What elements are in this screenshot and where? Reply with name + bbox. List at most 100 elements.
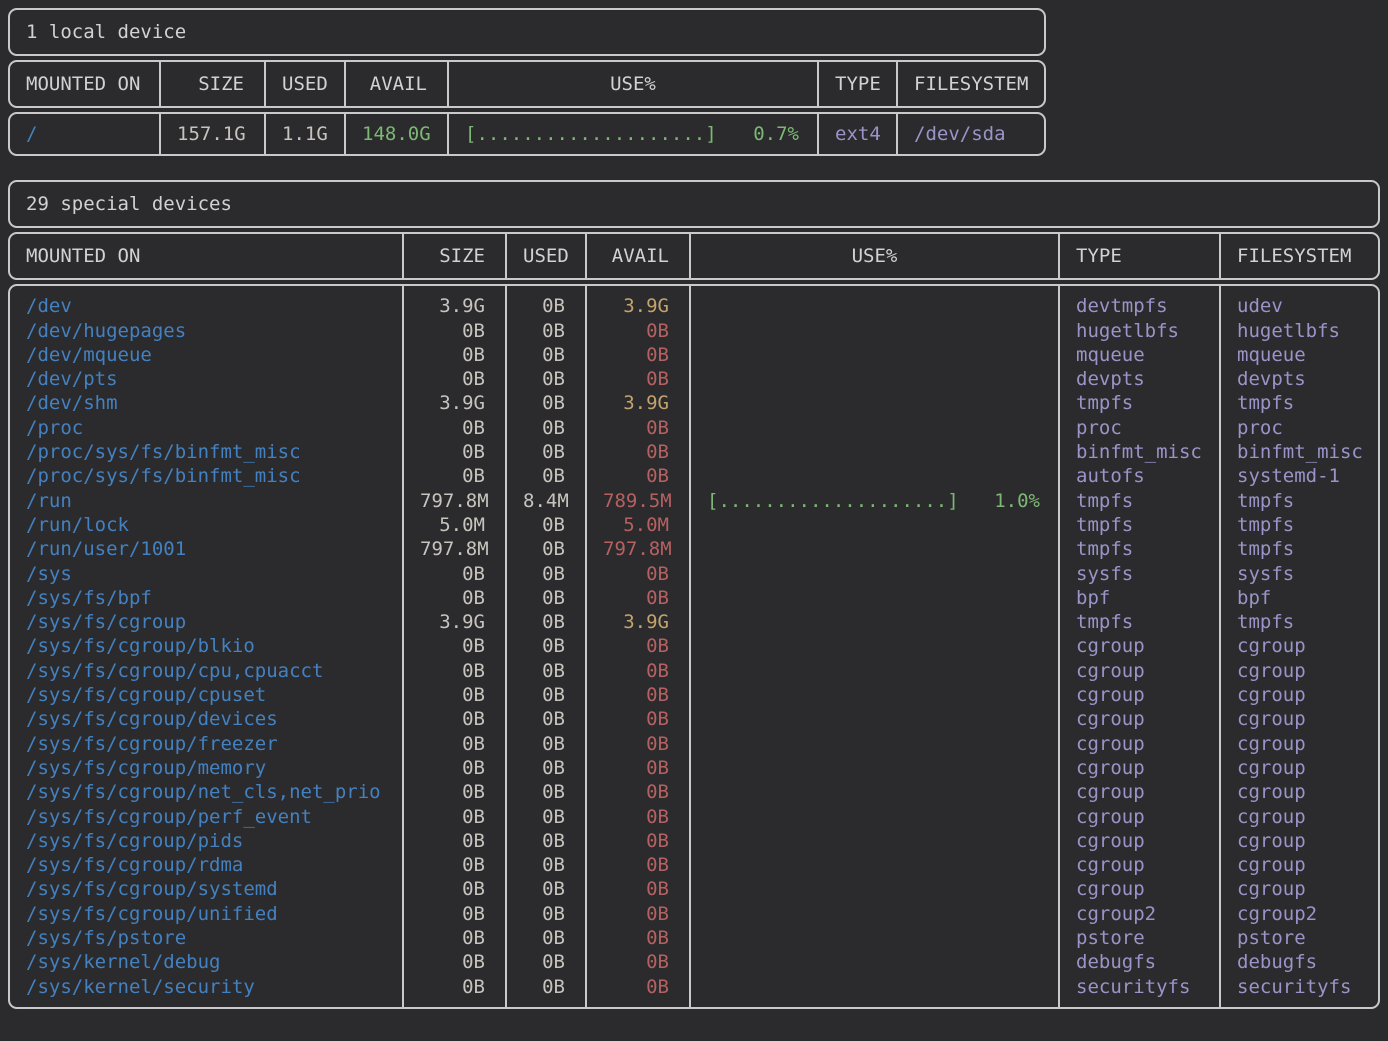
size-cell: 0B: [404, 367, 505, 391]
size-cell: 157.1G: [161, 122, 264, 146]
use-percent-cell: [691, 902, 1058, 926]
used-cell: 0B: [507, 950, 585, 974]
local-devices-body: / 157.1G 1.1G 148.0G [..................…: [8, 112, 1046, 156]
size-cell: 0B: [404, 732, 505, 756]
filesystem-cell: cgroup: [1221, 805, 1378, 829]
use-percent-column: [....................]0.7%: [447, 114, 817, 154]
mount-point-cell: /sys/kernel/security: [10, 975, 402, 999]
size-cell: 0B: [404, 975, 505, 999]
mount-point-cell: /proc: [10, 416, 402, 440]
filesystem-cell: binfmt_misc: [1221, 440, 1378, 464]
mount-point-cell: /sys/fs/bpf: [10, 586, 402, 610]
use-percent-cell: [691, 756, 1058, 780]
use-percent-cell: [691, 416, 1058, 440]
column-header-used: USED: [505, 234, 585, 278]
use-percent-cell: [691, 926, 1058, 950]
use-percent-cell: [691, 877, 1058, 901]
used-cell: 0B: [507, 634, 585, 658]
mount-point-cell: /dev/shm: [10, 391, 402, 415]
size-cell: 797.8M: [404, 489, 505, 513]
avail-cell: 148.0G: [346, 122, 447, 146]
used-cell: 0B: [507, 440, 585, 464]
type-cell: cgroup: [1060, 634, 1219, 658]
type-cell: hugetlbfs: [1060, 319, 1219, 343]
filesystem-cell: cgroup: [1221, 829, 1378, 853]
mount-point-cell: /sys/fs/cgroup/freezer: [10, 732, 402, 756]
use-percent-cell: [691, 950, 1058, 974]
filesystem-cell: cgroup: [1221, 683, 1378, 707]
use-percent-cell: [691, 732, 1058, 756]
used-cell: 1.1G: [266, 122, 344, 146]
mount-point-cell: /sys/fs/cgroup/cpu,cpuacct: [10, 659, 402, 683]
used-cell: 0B: [507, 416, 585, 440]
used-cell: 0B: [507, 805, 585, 829]
filesystem-cell: bpf: [1221, 586, 1378, 610]
type-cell: ext4: [819, 122, 896, 146]
use-percent-cell: [691, 319, 1058, 343]
used-column: 1.1G: [264, 114, 344, 154]
size-cell: 3.9G: [404, 610, 505, 634]
size-cell: 0B: [404, 562, 505, 586]
size-cell: 0B: [404, 586, 505, 610]
used-cell: 0B: [507, 513, 585, 537]
filesystem-cell: tmpfs: [1221, 513, 1378, 537]
type-cell: debugfs: [1060, 950, 1219, 974]
used-cell: 0B: [507, 562, 585, 586]
size-cell: 0B: [404, 659, 505, 683]
type-cell: sysfs: [1060, 562, 1219, 586]
filesystem-cell: udev: [1221, 294, 1378, 318]
mount-point-cell: /sys/fs/cgroup/devices: [10, 707, 402, 731]
avail-cell: 0B: [587, 562, 689, 586]
size-cell: 0B: [404, 634, 505, 658]
used-cell: 0B: [507, 780, 585, 804]
type-cell: devtmpfs: [1060, 294, 1219, 318]
special-devices-table: 29 special devices MOUNTED ON SIZE USED …: [8, 180, 1380, 1009]
filesystem-cell: devpts: [1221, 367, 1378, 391]
use-percent-cell: [691, 805, 1058, 829]
used-cell: 0B: [507, 877, 585, 901]
filesystem-cell: tmpfs: [1221, 537, 1378, 561]
usage-percent: 1.0%: [994, 489, 1040, 513]
column-header-avail: AVAIL: [344, 62, 447, 106]
type-cell: devpts: [1060, 367, 1219, 391]
mount-point-cell: /sys: [10, 562, 402, 586]
use-percent-cell: [691, 975, 1058, 999]
size-cell: 0B: [404, 683, 505, 707]
filesystem-cell: cgroup: [1221, 732, 1378, 756]
type-cell: tmpfs: [1060, 537, 1219, 561]
size-cell: 0B: [404, 780, 505, 804]
size-column: 157.1G: [159, 114, 264, 154]
use-percent-cell: [691, 829, 1058, 853]
type-cell: cgroup2: [1060, 902, 1219, 926]
size-cell: 0B: [404, 950, 505, 974]
use-percent-cell: [691, 659, 1058, 683]
type-cell: cgroup: [1060, 683, 1219, 707]
used-cell: 0B: [507, 975, 585, 999]
used-cell: 0B: [507, 294, 585, 318]
avail-cell: 0B: [587, 707, 689, 731]
column-header-size: SIZE: [402, 234, 505, 278]
size-cell: 0B: [404, 805, 505, 829]
type-cell: cgroup: [1060, 756, 1219, 780]
avail-cell: 0B: [587, 659, 689, 683]
avail-cell: 0B: [587, 464, 689, 488]
mount-point-cell: /run/user/1001: [10, 537, 402, 561]
type-cell: binfmt_misc: [1060, 440, 1219, 464]
usage-percent: 0.7%: [753, 122, 799, 146]
use-percent-cell: [691, 513, 1058, 537]
mount-point-cell: /sys/fs/pstore: [10, 926, 402, 950]
column-header-filesystem: FILESYSTEM: [896, 62, 1044, 106]
use-percent-cell: [691, 440, 1058, 464]
filesystem-cell: cgroup: [1221, 659, 1378, 683]
size-cell: 0B: [404, 319, 505, 343]
avail-cell: 0B: [587, 416, 689, 440]
filesystem-cell: /dev/sda: [898, 122, 1044, 146]
column-header-size: SIZE: [159, 62, 264, 106]
used-cell: 0B: [507, 756, 585, 780]
use-percent-cell: [691, 294, 1058, 318]
avail-cell: 0B: [587, 805, 689, 829]
used-cell: 8.4M: [507, 489, 585, 513]
mount-point-cell: /proc/sys/fs/binfmt_misc: [10, 440, 402, 464]
used-cell: 0B: [507, 853, 585, 877]
filesystem-cell: cgroup2: [1221, 902, 1378, 926]
